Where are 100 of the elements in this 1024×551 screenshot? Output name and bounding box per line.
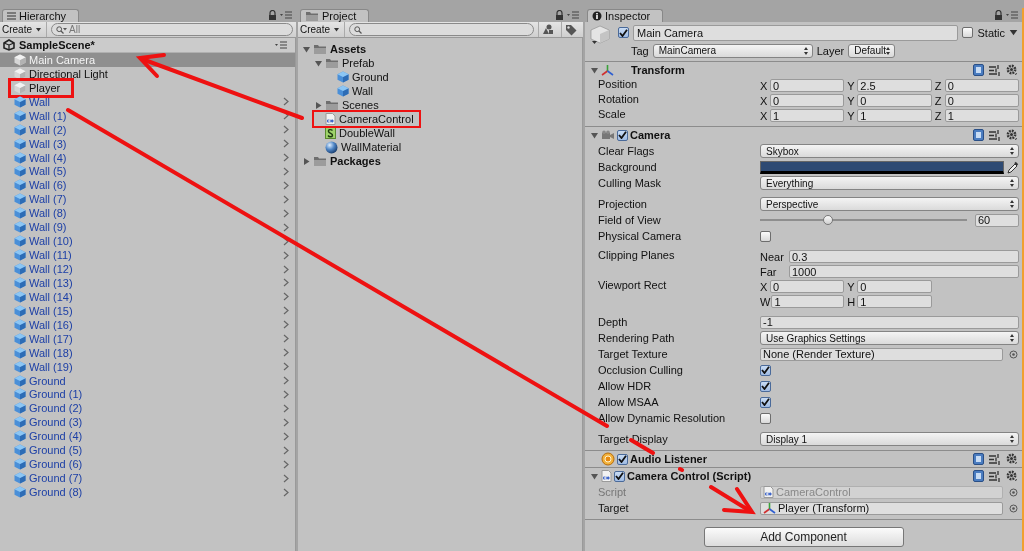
lock-icon[interactable] <box>555 10 564 20</box>
foldout-icon[interactable] <box>314 58 323 68</box>
foldout-icon[interactable] <box>314 100 323 110</box>
asset-item[interactable]: CameraControl <box>314 112 419 126</box>
number-field[interactable]: 0 <box>770 94 845 107</box>
eyedropper-icon[interactable] <box>1007 160 1019 174</box>
hierarchy-item[interactable]: Wall (14) <box>0 289 295 304</box>
asset-item[interactable]: Packages <box>302 154 381 168</box>
settings-icon[interactable] <box>1006 129 1018 141</box>
asset-item[interactable]: Prefab <box>314 56 375 70</box>
hierarchy-item[interactable]: Wall (11) <box>0 248 295 263</box>
hierarchy-item[interactable]: Wall (12) <box>0 262 295 276</box>
foldout-icon[interactable] <box>302 44 311 54</box>
hierarchy-item[interactable]: Ground <box>0 373 295 388</box>
number-field[interactable]: 0 <box>770 79 845 92</box>
number-field[interactable]: 60 <box>975 213 1019 227</box>
panel-tab[interactable]: Hierarchy <box>2 9 80 22</box>
dropdown[interactable]: Skybox <box>760 144 1019 158</box>
add-component-button[interactable]: Add Component <box>703 527 904 547</box>
dropdown[interactable]: Perspective <box>760 197 1019 211</box>
hierarchy-item[interactable]: Wall (19) <box>0 359 295 374</box>
number-field[interactable]: -1 <box>760 315 1019 329</box>
hierarchy-item[interactable]: Ground (8) <box>0 485 295 499</box>
settings-icon[interactable] <box>1006 453 1018 465</box>
color-swatch[interactable] <box>760 160 1004 174</box>
hierarchy-item[interactable]: Directional Light <box>0 66 295 81</box>
help-book-icon[interactable] <box>973 453 984 465</box>
dropdown[interactable]: Display 1 <box>760 432 1019 446</box>
number-field[interactable]: 1 <box>771 295 845 308</box>
checkbox[interactable] <box>760 230 771 242</box>
settings-icon[interactable] <box>1006 470 1018 482</box>
dropdown[interactable]: Everything <box>760 176 1019 190</box>
checkbox[interactable] <box>760 364 771 376</box>
number-field[interactable]: 0 <box>944 79 1019 92</box>
help-book-icon[interactable] <box>973 129 984 141</box>
slider-thumb[interactable] <box>823 215 834 225</box>
panel-tab[interactable]: Inspector <box>587 9 664 22</box>
menu-icon[interactable] <box>280 11 292 19</box>
hierarchy-item[interactable]: Wall (1) <box>0 108 295 123</box>
foldout-icon[interactable] <box>590 65 599 75</box>
checkbox[interactable] <box>962 27 974 38</box>
number-field[interactable]: 1 <box>944 109 1019 122</box>
hierarchy-item[interactable]: Ground (4) <box>0 429 295 444</box>
scene-header[interactable]: SampleScene* <box>0 38 295 53</box>
hierarchy-item[interactable]: Ground (5) <box>0 443 295 458</box>
hierarchy-item[interactable]: Ground (7) <box>0 471 295 486</box>
hierarchy-item[interactable]: Wall (8) <box>0 206 295 221</box>
hierarchy-item[interactable]: Ground (6) <box>0 457 295 472</box>
asset-item[interactable]: Scenes <box>314 98 379 112</box>
component-header[interactable]: Transform <box>585 62 1022 78</box>
checkbox[interactable] <box>614 470 625 482</box>
dropdown[interactable]: Use Graphics Settings <box>760 331 1019 345</box>
lock-icon[interactable] <box>994 10 1003 20</box>
create-button[interactable]: Create <box>298 22 345 37</box>
search-field[interactable] <box>349 23 534 36</box>
number-field[interactable]: 0 <box>944 94 1019 107</box>
object-field[interactable]: None (Render Texture) <box>760 347 1003 361</box>
hierarchy-item[interactable]: Wall (6) <box>0 178 295 193</box>
panel-tab[interactable]: Project <box>300 9 370 22</box>
hierarchy-item[interactable]: Wall (13) <box>0 276 295 290</box>
sliders-icon[interactable] <box>989 129 1001 141</box>
name-field[interactable]: Main Camera <box>633 24 959 41</box>
layer-dropdown[interactable]: Default <box>848 43 895 58</box>
hierarchy-item[interactable]: Wall (3) <box>0 136 295 151</box>
asset-item[interactable]: Ground <box>326 70 389 84</box>
tag-dropdown[interactable]: MainCamera <box>652 43 813 58</box>
hierarchy-item[interactable]: Player <box>0 80 295 95</box>
sliders-icon[interactable] <box>989 64 1001 76</box>
label-button[interactable] <box>561 22 580 37</box>
hierarchy-item[interactable]: Wall (4) <box>0 150 295 165</box>
menu-icon[interactable] <box>1006 11 1018 19</box>
hierarchy-item[interactable]: Wall (16) <box>0 317 295 332</box>
checkbox[interactable] <box>617 129 628 141</box>
checkbox[interactable] <box>760 396 771 408</box>
number-field[interactable]: 2.5 <box>857 79 932 92</box>
checkbox[interactable] <box>617 453 628 465</box>
foldout-icon[interactable] <box>302 156 311 166</box>
component-header[interactable]: Camera <box>585 127 1022 143</box>
foldout-icon[interactable] <box>590 471 599 481</box>
number-field[interactable]: 0 <box>770 280 845 293</box>
number-field[interactable]: 1 <box>770 109 845 122</box>
hierarchy-item[interactable]: Ground (3) <box>0 415 295 430</box>
asset-item[interactable]: Wall <box>326 84 373 98</box>
hierarchy-item[interactable]: Wall <box>0 94 295 109</box>
hierarchy-item[interactable]: Wall (9) <box>0 220 295 235</box>
sliders-icon[interactable] <box>989 453 1001 465</box>
object-field[interactable]: Player (Transform) <box>760 501 1003 515</box>
number-field[interactable]: 1 <box>857 295 932 308</box>
search-field[interactable]: All <box>51 23 293 36</box>
hierarchy-item[interactable]: Wall (10) <box>0 234 295 249</box>
component-header[interactable]: Camera Control (Script) <box>585 468 1022 484</box>
number-field[interactable]: 1 <box>857 109 932 122</box>
hierarchy-item[interactable]: Ground (2) <box>0 401 295 416</box>
hierarchy-item[interactable]: Wall (15) <box>0 303 295 318</box>
hierarchy-item[interactable]: Wall (7) <box>0 192 295 207</box>
checkbox[interactable] <box>760 412 771 424</box>
menu-icon[interactable] <box>275 41 287 49</box>
target-icon[interactable] <box>1008 349 1018 359</box>
component-header[interactable]: Audio Listener <box>585 451 1022 467</box>
hierarchy-item[interactable]: Wall (2) <box>0 122 295 137</box>
